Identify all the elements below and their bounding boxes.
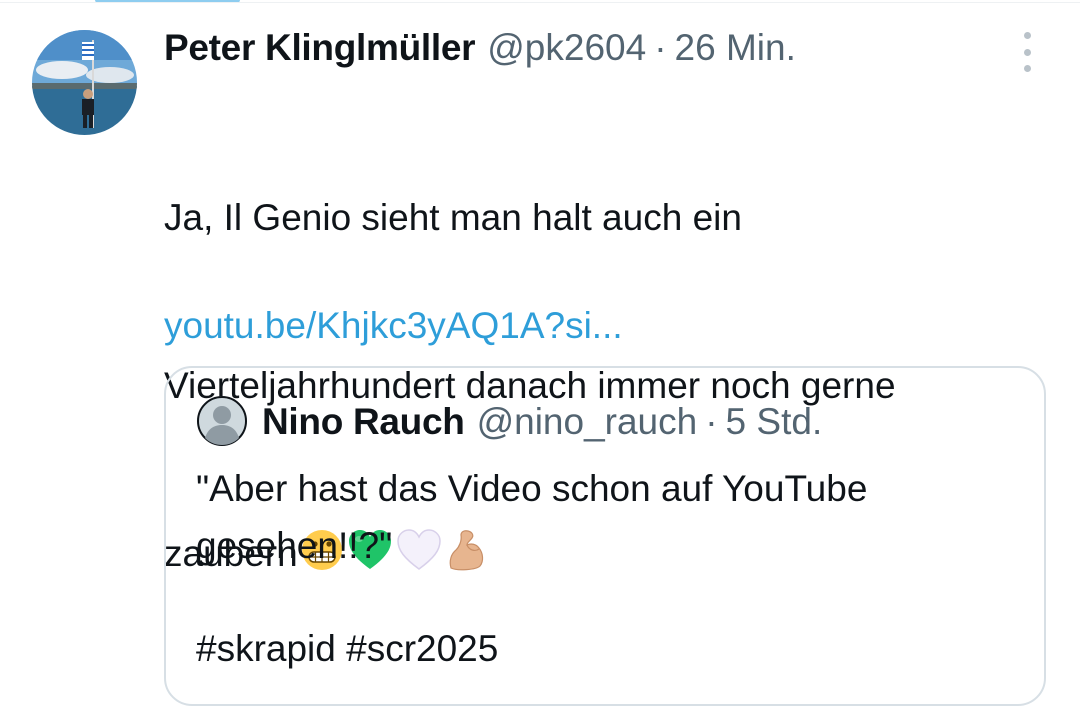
separator: ·	[705, 401, 718, 442]
avatar[interactable]	[32, 30, 137, 135]
quote-author-name[interactable]: Nino Rauch	[262, 398, 465, 446]
quoted-tweet-card[interactable]: Nino Rauch @nino_rauch · 5 Std. "Aber ha…	[164, 366, 1046, 706]
quote-avatar[interactable]	[196, 395, 248, 447]
quote-hashtags[interactable]: #skrapid #scr2025	[196, 623, 498, 675]
quote-author-handle[interactable]: @nino_rauch	[477, 398, 698, 446]
tweet-link[interactable]: youtu.be/Khjkc3yAQ1A?si...	[164, 300, 623, 352]
quote-text: "Aber hast das Video schon auf YouTube g…	[196, 460, 1016, 574]
tweet-text-line: Ja, Il Genio sieht man halt auch ein	[164, 197, 742, 238]
avatar-photo	[32, 30, 137, 135]
quote-timestamp[interactable]: 5 Std.	[726, 398, 823, 446]
separator: ·	[654, 27, 667, 68]
quote-text-line: gesehen!!?"	[196, 525, 393, 566]
divider	[0, 2, 1080, 3]
more-dot	[1023, 48, 1031, 56]
default-avatar-icon	[197, 396, 247, 446]
timestamp[interactable]: 26 Min.	[675, 24, 796, 72]
quote-text-line: "Aber hast das Video schon auf YouTube	[196, 468, 868, 509]
quote-header: Nino Rauch @nino_rauch · 5 Std.	[262, 398, 822, 446]
more-dot	[1023, 32, 1031, 39]
more-dot	[1023, 65, 1031, 72]
author-name[interactable]: Peter Klinglmüller	[164, 24, 476, 72]
author-handle[interactable]: @pk2604	[487, 24, 646, 72]
tweet-header: Peter Klinglmüller @pk2604 · 26 Min.	[164, 24, 796, 72]
more-vertical-icon[interactable]	[1014, 32, 1040, 72]
